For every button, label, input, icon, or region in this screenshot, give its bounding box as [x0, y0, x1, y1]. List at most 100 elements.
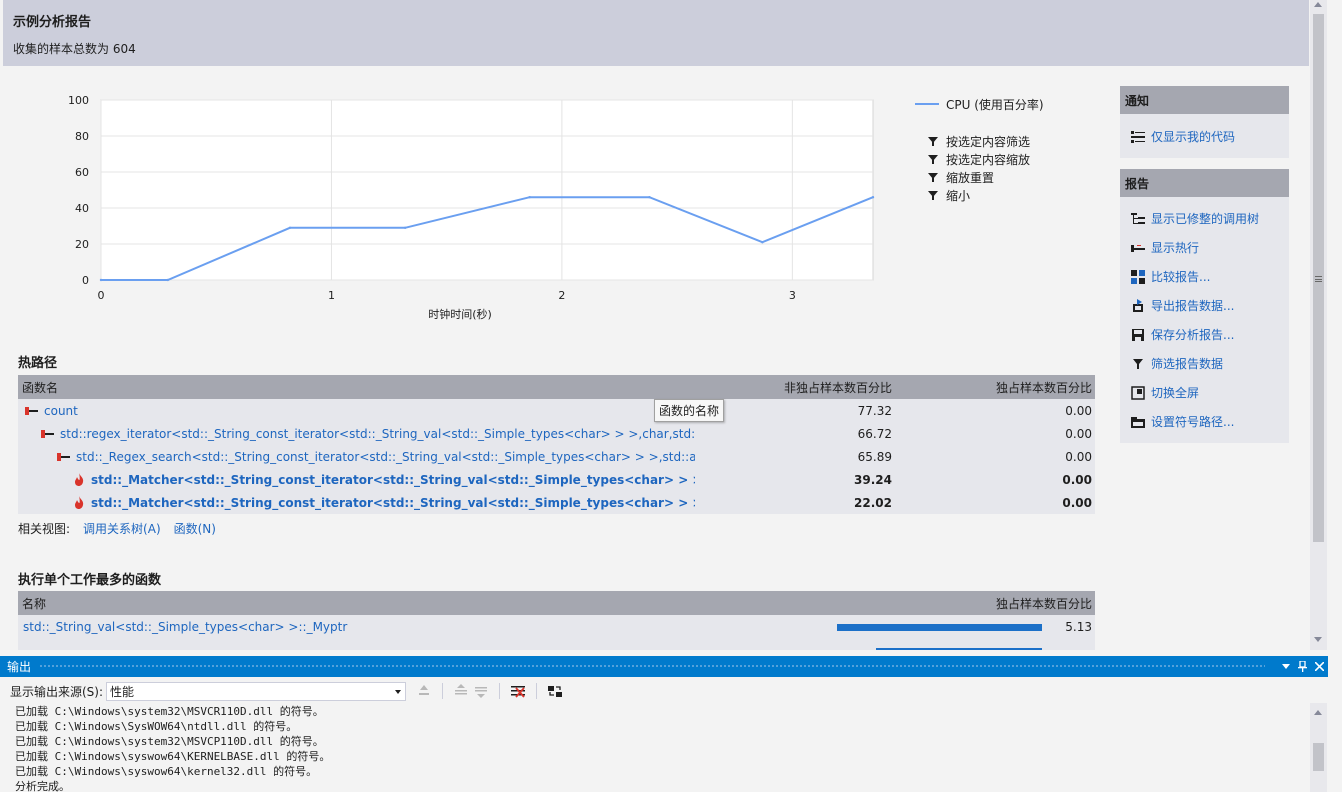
filter-icon	[928, 172, 938, 183]
exclusive-value: 0.00	[1065, 403, 1092, 418]
zoom-reset-action[interactable]: 缩放重置	[928, 168, 1105, 186]
export-report-data-link[interactable]: 导出报告数据...	[1120, 291, 1289, 320]
compare-reports-link[interactable]: 比较报告...	[1120, 262, 1289, 291]
show-hot-lines-link[interactable]: 显示热行	[1120, 233, 1289, 262]
exclusive-value: 0.00	[1062, 495, 1092, 510]
filter-report-data-label: 筛选报告数据	[1151, 357, 1224, 371]
exclusive-value: 0.00	[1065, 426, 1092, 441]
table-row[interactable]: std::_Regex_search<std::_String_const_it…	[18, 445, 1095, 468]
column-header-exclusive[interactable]: 独占样本数百分比	[895, 595, 1095, 612]
y-tick-label: 0	[82, 274, 89, 287]
compare-reports-label: 比较报告...	[1151, 270, 1211, 284]
reports-panel: 报告 显示已修整的调用树 显示热行 比较报告... 导出报告数据... 保存分析…	[1120, 169, 1289, 443]
symbol-path-icon	[1131, 415, 1145, 429]
x-tick-label: 0	[98, 289, 105, 302]
filter-report-data-link[interactable]: 筛选报告数据	[1120, 349, 1289, 378]
chevron-down-icon	[395, 689, 402, 694]
filter-by-selection-action[interactable]: 按选定内容筛选	[928, 132, 1105, 150]
table-row[interactable]: std::_String_val<std::_Simple_types<char…	[18, 615, 1095, 639]
table-row[interactable]: std::regex_iterator<std::_String_const_i…	[18, 422, 1095, 445]
output-text-area[interactable]: 已加载 C:\Windows\system32\MSVCR110D.dll 的符…	[0, 703, 1310, 792]
scroll-up-arrow-icon[interactable]	[1314, 2, 1322, 7]
pin-icon[interactable]	[1294, 658, 1311, 675]
zoom-out-action[interactable]: 缩小	[928, 186, 1105, 204]
column-header-name[interactable]: 名称	[18, 595, 895, 612]
column-header-inclusive[interactable]: 非独占样本数百分比	[695, 379, 895, 396]
function-name-link[interactable]: std::_Matcher<std::_String_const_iterato…	[91, 496, 695, 510]
show-trimmed-call-tree-link[interactable]: 显示已修整的调用树	[1120, 204, 1289, 233]
filter-icon	[1131, 357, 1145, 371]
function-name-link[interactable]: count	[44, 404, 78, 418]
legend-series-cpu: CPU (使用百分率)	[915, 96, 1105, 112]
toggle-word-wrap-icon[interactable]	[547, 683, 563, 699]
exclusive-value: 0.00	[1062, 472, 1092, 487]
set-symbol-path-label: 设置符号路径...	[1151, 415, 1235, 429]
report-vertical-scrollbar[interactable]	[1310, 0, 1327, 650]
table-row[interactable]: count 77.32 0.00	[18, 399, 1095, 422]
related-views: 相关视图: 调用关系树(A) 函数(N)	[18, 520, 216, 537]
call-tree-icon	[1131, 212, 1145, 226]
plot-area	[100, 99, 874, 281]
cpu-chart-svg[interactable]: 0 20 40 60 80 100 0 1 2 3 时钟时间(秒)	[60, 90, 900, 330]
function-name-link[interactable]: std::_Regex_search<std::_String_const_it…	[76, 450, 695, 464]
function-name-link[interactable]: std::_String_val<std::_Simple_types<char…	[23, 620, 347, 634]
hot-lines-icon	[1131, 241, 1145, 255]
column-header-function-name[interactable]: 函数名	[18, 379, 695, 396]
output-line: 已加载 C:\Windows\SysWOW64\ntdll.dll 的符号。	[15, 720, 298, 733]
column-header-exclusive[interactable]: 独占样本数百分比	[895, 379, 1095, 396]
notify-panel-title: 通知	[1120, 86, 1289, 114]
toggle-fullscreen-link[interactable]: 切换全屏	[1120, 378, 1289, 407]
output-toolbar: 显示输出来源(S): 性能	[0, 679, 1328, 703]
export-icon	[1131, 298, 1145, 313]
output-titlebar[interactable]: 输出	[0, 656, 1328, 677]
column-tooltip: 函数的名称	[654, 399, 725, 422]
functions-link[interactable]: 函数(N)	[174, 520, 216, 537]
clear-all-icon[interactable]	[510, 683, 526, 699]
dropdown-arrow-icon[interactable]	[1277, 658, 1294, 675]
zoom-out-label: 缩小	[946, 188, 971, 203]
save-icon	[1131, 328, 1145, 342]
output-line: 已加载 C:\Windows\system32\MSVCP110D.dll 的符…	[15, 735, 324, 748]
zoom-by-selection-label: 按选定内容缩放	[946, 152, 1031, 167]
next-message-icon[interactable]	[473, 683, 489, 699]
y-tick-label: 40	[75, 202, 89, 215]
table-row[interactable]: std::_Matcher<std::_String_const_iterato…	[18, 468, 1095, 491]
output-source-select[interactable]: 性能	[106, 681, 407, 701]
cpu-chart[interactable]: 0 20 40 60 80 100 0 1 2 3 时钟时间(秒)	[60, 90, 900, 330]
table-row[interactable]	[18, 639, 1095, 650]
call-tree-link[interactable]: 调用关系树(A)	[83, 520, 161, 537]
save-analysis-report-label: 保存分析报告...	[1151, 328, 1235, 342]
exclusive-bar	[837, 623, 1042, 631]
zoom-by-selection-action[interactable]: 按选定内容缩放	[928, 150, 1105, 168]
set-symbol-path-link[interactable]: 设置符号路径...	[1120, 407, 1289, 436]
hot-path-icon	[25, 406, 39, 416]
show-hot-lines-label: 显示热行	[1151, 241, 1200, 255]
x-axis-label: 时钟时间(秒)	[428, 307, 492, 321]
zoom-reset-label: 缩放重置	[946, 170, 995, 185]
output-line: 已加载 C:\Windows\system32\MSVCR110D.dll 的符…	[15, 705, 324, 718]
close-icon[interactable]	[1311, 658, 1328, 675]
just-my-code-label: 仅显示我的代码	[1151, 130, 1236, 144]
output-vertical-scrollbar[interactable]	[1310, 703, 1327, 792]
just-my-code-link[interactable]: 仅显示我的代码	[1120, 122, 1289, 151]
function-name-link[interactable]: std::regex_iterator<std::_String_const_i…	[60, 427, 695, 441]
go-to-source-icon[interactable]	[416, 683, 432, 699]
output-line: 分析完成。	[15, 780, 70, 792]
previous-message-icon[interactable]	[453, 683, 469, 699]
most-work-table-header: 名称 独占样本数百分比	[18, 591, 1095, 615]
report-subtitle: 收集的样本总数为 604	[13, 42, 136, 56]
function-name-link[interactable]: std::_Matcher<std::_String_const_iterato…	[91, 473, 695, 487]
series-point	[761, 241, 764, 244]
scroll-grip-icon	[1315, 276, 1322, 282]
table-row[interactable]: std::_Matcher<std::_String_const_iterato…	[18, 491, 1095, 514]
toolbar-separator	[499, 683, 501, 699]
scroll-thumb[interactable]	[1313, 743, 1324, 771]
x-tick-label: 2	[558, 289, 565, 302]
most-work-title: 执行单个工作最多的函数	[18, 573, 162, 588]
save-analysis-report-link[interactable]: 保存分析报告...	[1120, 320, 1289, 349]
scroll-down-arrow-icon[interactable]	[1314, 637, 1322, 642]
exclusive-value: 0.00	[1065, 449, 1092, 464]
scroll-up-arrow-icon[interactable]	[1314, 710, 1322, 715]
right-edge-strip	[1327, 0, 1342, 650]
flame-icon	[73, 473, 85, 486]
